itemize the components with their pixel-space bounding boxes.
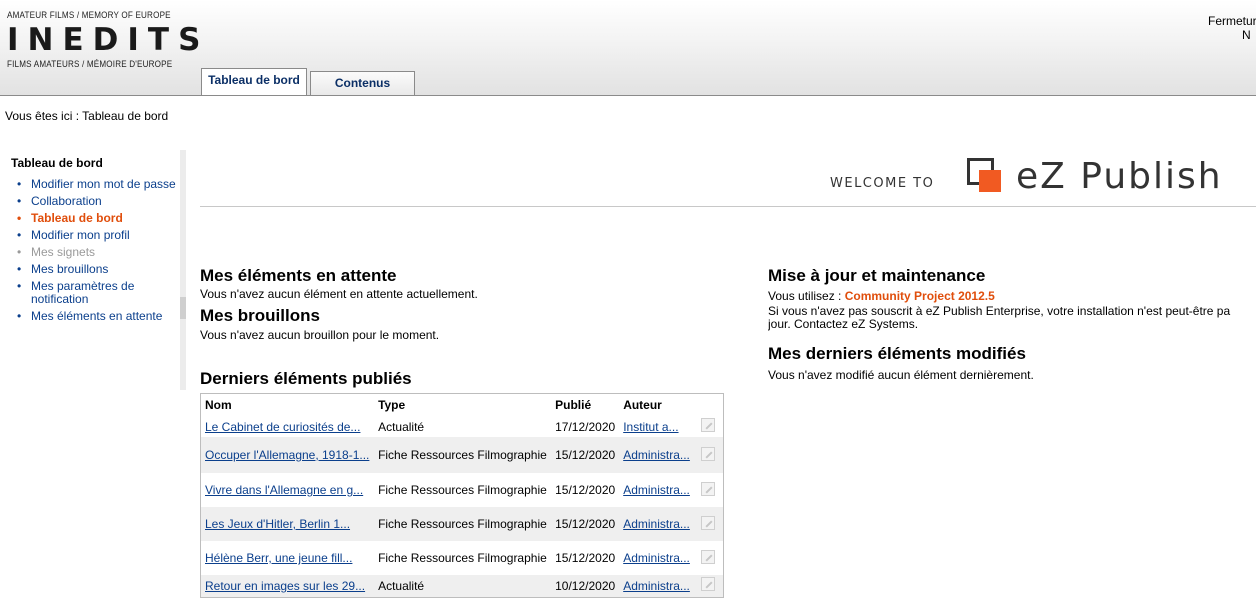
version-value: Community Project 2012.5: [844, 289, 995, 303]
row-name-link[interactable]: Vivre dans l'Allemagne en g...: [205, 483, 363, 497]
pending-text: Vous n'avez aucun élément en attente act…: [200, 287, 478, 301]
breadcrumb: Vous êtes ici : Tableau de bord: [5, 109, 169, 123]
menu-item-pending-items[interactable]: Mes éléments en attente: [17, 310, 177, 324]
row-date: 15/12/2020: [551, 541, 620, 575]
table-row: Vivre dans l'Allemagne en g... Fiche Res…: [200, 473, 724, 507]
logout-link[interactable]: Fermeture: [1208, 14, 1256, 28]
row-name-link[interactable]: Occuper l'Allemagne, 1918-1...: [205, 448, 369, 462]
table-row: Occuper l'Allemagne, 1918-1... Fiche Res…: [200, 437, 724, 473]
menu-item-bookmarks: Mes signets: [17, 246, 177, 260]
tab-contenus[interactable]: Contenus: [310, 71, 415, 95]
row-name-link[interactable]: Le Cabinet de curiosités de...: [205, 420, 360, 434]
row-date: 15/12/2020: [551, 507, 620, 541]
row-name-link[interactable]: Les Jeux d'Hitler, Berlin 1...: [205, 517, 350, 531]
welcome-prefix: WELCOME TO: [830, 176, 935, 191]
row-author-link[interactable]: Institut a...: [623, 420, 678, 434]
table-row: Les Jeux d'Hitler, Berlin 1... Fiche Res…: [200, 507, 724, 541]
column-header-name[interactable]: Nom: [200, 393, 375, 416]
maintenance-title: Mise à jour et maintenance: [768, 266, 986, 285]
left-menu: Tableau de bord Modifier mon mot de pass…: [0, 146, 182, 390]
row-author-link[interactable]: Administra...: [623, 579, 690, 593]
edit-pencil-icon[interactable]: [701, 549, 716, 564]
menu-item-dashboard[interactable]: Tableau de bord: [17, 212, 177, 226]
header: AMATEUR FILMS / MEMORY OF EUROPE INEDITS…: [0, 0, 1256, 96]
published-table: Nom Type Publié Auteur Le Cabinet de cur…: [200, 393, 724, 598]
logo-main-text: INEDITS: [7, 22, 210, 58]
user-name-fragment: N: [1242, 28, 1251, 42]
row-author-link[interactable]: Administra...: [623, 517, 690, 531]
drafts-title: Mes brouillons: [200, 306, 320, 325]
menu-item-drafts[interactable]: Mes brouillons: [17, 263, 177, 277]
row-date: 15/12/2020: [551, 437, 620, 473]
left-menu-list: Modifier mon mot de passe Collaboration …: [17, 178, 177, 327]
edit-pencil-icon[interactable]: [701, 577, 716, 592]
welcome-divider: [200, 206, 1256, 207]
ez-publish-logo-icon: [967, 158, 1001, 192]
row-name-link[interactable]: Hélène Berr, une jeune fill...: [205, 551, 352, 565]
row-author-link[interactable]: Administra...: [623, 483, 690, 497]
table-header-row: Nom Type Publié Auteur: [200, 393, 724, 416]
tab-tableau-de-bord[interactable]: Tableau de bord: [201, 68, 307, 95]
column-header-type[interactable]: Type: [374, 393, 552, 416]
menu-item-collaboration[interactable]: Collaboration: [17, 195, 177, 209]
logo-bottom-text: FILMS AMATEURS / MÉMOIRE D'EUROPE: [7, 59, 173, 69]
table-row: Retour en images sur les 29... Actualité…: [200, 575, 724, 597]
menu-item-edit-profile[interactable]: Modifier mon profil: [17, 229, 177, 243]
table-row: Le Cabinet de curiosités de... Actualité…: [200, 416, 724, 437]
modified-title: Mes derniers éléments modifiés: [768, 344, 1026, 363]
left-menu-resize-bar[interactable]: [180, 150, 186, 390]
maintenance-notice: Si vous n'avez pas souscrit à eZ Publish…: [768, 305, 1231, 331]
site-logo[interactable]: AMATEUR FILMS / MEMORY OF EUROPE INEDITS…: [7, 10, 210, 69]
row-type: Fiche Ressources Filmographie: [374, 473, 552, 507]
published-title: Derniers éléments publiés: [200, 369, 412, 388]
logo-top-text: AMATEUR FILMS / MEMORY OF EUROPE: [7, 10, 171, 20]
modified-text: Vous n'avez modifié aucun élément derniè…: [768, 368, 1034, 382]
left-menu-title: Tableau de bord: [11, 156, 103, 170]
edit-pencil-icon[interactable]: [701, 481, 716, 496]
row-date: 17/12/2020: [551, 416, 620, 437]
row-date: 10/12/2020: [551, 575, 620, 597]
edit-pencil-icon[interactable]: [701, 446, 716, 461]
row-type: Actualité: [374, 416, 552, 437]
column-header-published[interactable]: Publié: [551, 393, 620, 416]
version-line: Vous utilisez : Community Project 2012.5: [768, 289, 995, 303]
row-type: Fiche Ressources Filmographie: [374, 437, 552, 473]
row-type: Actualité: [374, 575, 552, 597]
row-date: 15/12/2020: [551, 473, 620, 507]
column-header-author[interactable]: Auteur: [619, 393, 698, 416]
column-header-edit: [697, 393, 724, 416]
pending-title: Mes éléments en attente: [200, 266, 397, 285]
row-name-link[interactable]: Retour en images sur les 29...: [205, 579, 365, 593]
row-type: Fiche Ressources Filmographie: [374, 507, 552, 541]
menu-item-change-password[interactable]: Modifier mon mot de passe: [17, 178, 177, 192]
edit-pencil-icon[interactable]: [701, 515, 716, 530]
drafts-text: Vous n'avez aucun brouillon pour le mome…: [200, 328, 440, 342]
version-prefix: Vous utilisez :: [768, 289, 845, 303]
left-menu-resize-handle[interactable]: [180, 297, 186, 319]
menu-item-notification-settings[interactable]: Mes paramètres de notification: [17, 280, 177, 306]
ez-publish-brand: eZ Publish: [1016, 156, 1223, 197]
row-author-link[interactable]: Administra...: [623, 448, 690, 462]
edit-pencil-icon[interactable]: [701, 418, 716, 432]
row-type: Fiche Ressources Filmographie: [374, 541, 552, 575]
table-row: Hélène Berr, une jeune fill... Fiche Res…: [200, 541, 724, 575]
row-author-link[interactable]: Administra...: [623, 551, 690, 565]
